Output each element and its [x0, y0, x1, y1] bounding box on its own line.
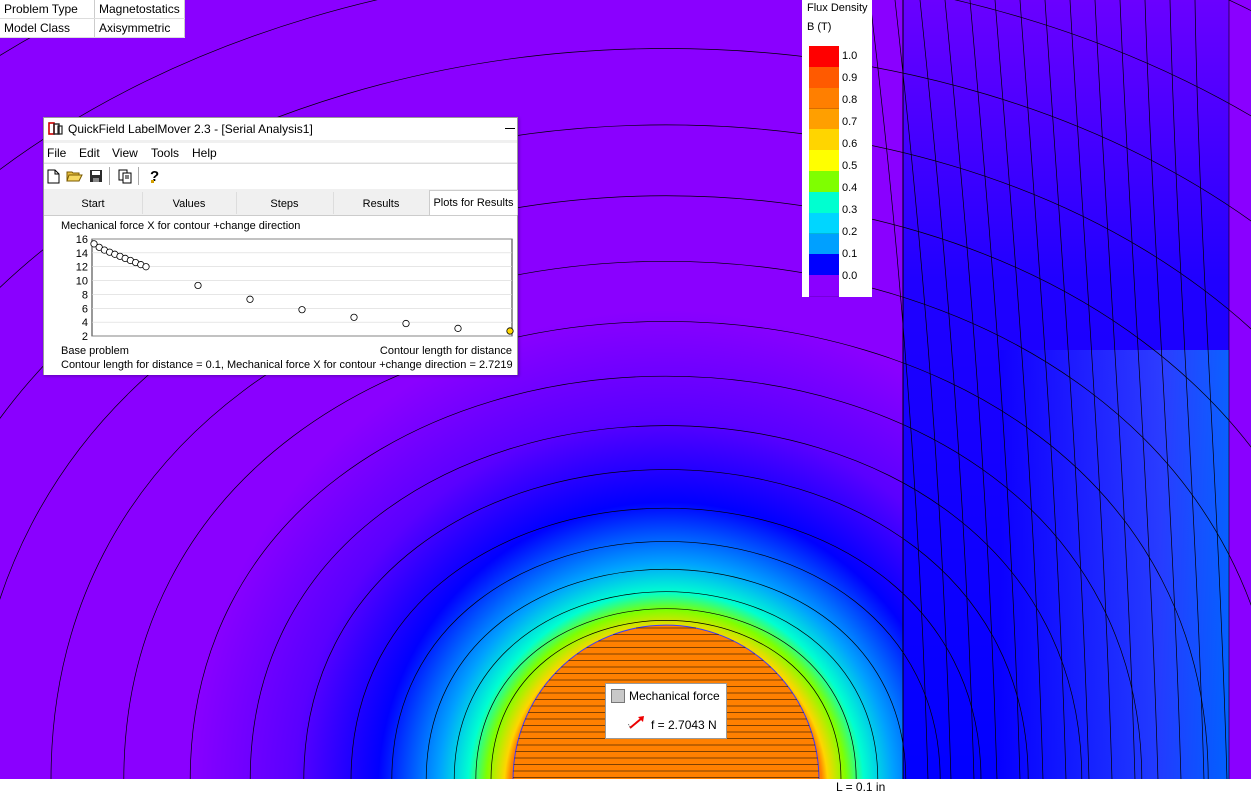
toolbar-separator — [109, 167, 110, 185]
legend-swatch — [809, 129, 839, 152]
y-tick-label: 2 — [82, 331, 88, 343]
tab-start[interactable]: Start — [44, 192, 143, 214]
tab-plots-for-results[interactable]: Plots for Results — [429, 190, 518, 215]
x-label-left: Base problem — [61, 345, 129, 357]
problem-info-table: Problem Type Magnetostatics Model Class … — [0, 0, 185, 38]
legend-swatch — [809, 191, 839, 214]
plot-point[interactable] — [298, 306, 306, 314]
tab-results[interactable]: Results — [333, 192, 430, 214]
legend-swatch — [809, 212, 839, 235]
plot-point[interactable] — [194, 281, 202, 290]
menu-help[interactable]: Help — [192, 146, 217, 160]
legend-tick-label: 0.2 — [842, 226, 858, 238]
y-tick-label: 16 — [76, 234, 88, 246]
legend-tick-label: 0.0 — [842, 270, 858, 282]
scale-label: L = 0.1 in — [836, 780, 886, 794]
legend-tick-label: 0.4 — [842, 182, 858, 194]
legend-tick-label: 1.0 — [842, 50, 858, 62]
x-label-right: Contour length for distance — [379, 345, 512, 357]
plot-point[interactable] — [402, 319, 410, 328]
legend-swatch — [809, 171, 839, 193]
toolbar: ? — [44, 163, 517, 189]
menu-file[interactable]: File — [47, 146, 66, 160]
info-row: Problem Type Magnetostatics — [0, 0, 185, 19]
y-tick-label: 10 — [76, 276, 88, 288]
legend-swatch — [809, 66, 839, 89]
color-legend: Flux Density B (T) 1.0 0.9 0.8 0.7 0.6 0.5 0.4… — [802, 0, 872, 297]
y-tick-label: 8 — [82, 289, 88, 301]
window-title: QuickField LabelMover 2.3 - [Serial Anal… — [68, 122, 313, 136]
legend-swatch — [809, 87, 839, 110]
legend-swatch — [809, 275, 839, 297]
force-arrow-icon — [628, 716, 644, 729]
menu-edit[interactable]: Edit — [79, 146, 100, 160]
mechanical-force-label[interactable]: Mechanical force f = 2.7043 N — [605, 683, 727, 739]
save-icon[interactable] — [87, 167, 105, 185]
plot-point[interactable] — [506, 327, 514, 335]
tab-steps[interactable]: Steps — [236, 192, 334, 214]
info-row: Model Class Axisymmetric — [0, 18, 185, 38]
legend-swatch — [809, 150, 839, 172]
info-value: Axisymmetric — [94, 18, 185, 38]
help-icon[interactable]: ? — [145, 167, 163, 185]
bottom-bar — [0, 779, 1251, 798]
info-key: Problem Type — [0, 0, 95, 19]
window-titlebar[interactable]: QuickField LabelMover 2.3 - [Serial Anal… — [44, 118, 517, 140]
toolbar-separator — [138, 167, 139, 185]
tab-bar: Start Values Steps Results Plots for Res… — [44, 190, 518, 215]
info-key: Model Class — [0, 18, 95, 38]
legend-swatch — [809, 254, 839, 277]
menu-bar: File Edit View Tools Help — [44, 143, 517, 162]
legend-color-bar — [809, 46, 839, 297]
new-icon[interactable] — [44, 167, 62, 185]
minimize-button[interactable] — [505, 120, 515, 129]
legend-swatch — [809, 46, 839, 68]
menu-tools[interactable]: Tools — [151, 146, 179, 160]
legend-tick-label: 0.9 — [842, 72, 858, 84]
open-icon[interactable] — [65, 167, 83, 185]
y-tick-label: 14 — [76, 248, 88, 260]
legend-swatch — [809, 108, 839, 131]
plot-panel: Mechanical force X for contour +change d… — [44, 215, 517, 375]
info-value: Magnetostatics — [94, 0, 185, 19]
status-readout: Contour length for distance = 0.1, Mecha… — [61, 359, 513, 371]
legend-tick-label: 0.5 — [842, 160, 858, 172]
legend-tick-label: 0.1 — [842, 248, 858, 260]
y-tick-label: 12 — [76, 262, 88, 274]
legend-title: Flux Density — [807, 2, 868, 14]
menu-view[interactable]: View — [112, 146, 138, 160]
legend-tick-label: 0.8 — [842, 94, 858, 106]
force-checkbox-icon[interactable] — [611, 689, 625, 703]
force-value: f = 2.7043 N — [651, 718, 717, 732]
legend-tick-label: 0.3 — [842, 204, 858, 216]
legend-tick-label: 0.7 — [842, 116, 858, 128]
tab-values[interactable]: Values — [142, 192, 237, 214]
plot-point[interactable] — [142, 263, 150, 271]
legend-tick-label: 0.6 — [842, 138, 858, 150]
plot-point[interactable] — [246, 295, 254, 303]
legend-swatch — [809, 233, 839, 256]
plot-point[interactable] — [350, 313, 358, 321]
force-label-title: Mechanical force — [629, 689, 720, 703]
y-tick-label: 6 — [82, 303, 88, 315]
legend-unit: B (T) — [807, 21, 832, 33]
quickfield-app-icon — [48, 122, 63, 135]
y-tick-label: 4 — [82, 317, 88, 329]
copy-icon[interactable] — [116, 167, 134, 185]
plot-area — [91, 238, 513, 337]
labelmover-window[interactable]: QuickField LabelMover 2.3 - [Serial Anal… — [43, 117, 518, 375]
plot-point[interactable] — [454, 324, 462, 332]
